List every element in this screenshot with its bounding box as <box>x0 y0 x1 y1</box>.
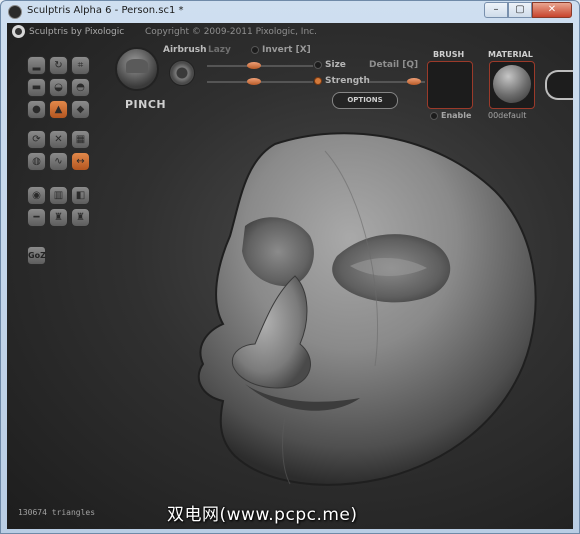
watermark-text: 双电网(www.pcpc.me) <box>167 505 358 525</box>
material-panel-header: MATERIAL <box>488 50 533 59</box>
figure-icon[interactable]: ♜ <box>49 208 68 227</box>
close-button[interactable]: ✕ <box>532 2 572 18</box>
size-label: Size <box>314 60 346 70</box>
strength-slider-handle[interactable] <box>247 78 261 85</box>
paint-icon[interactable]: ▥ <box>49 186 68 205</box>
invert-label: Invert [X] <box>262 45 311 55</box>
app-window: Sculptris Alpha 6 - Person.sc1 * – ▢ ✕ S… <box>0 0 580 534</box>
refresh-icon[interactable]: ⟳ <box>27 130 46 149</box>
copyright-text: Copyright © 2009-2011 Pixologic, Inc. <box>145 27 317 37</box>
strength-indicator-icon <box>314 76 322 85</box>
grab-icon[interactable]: ◆ <box>71 100 90 119</box>
lazy-toggle[interactable]: Lazy <box>208 45 231 55</box>
flatten-icon[interactable]: ▬ <box>27 78 46 97</box>
brush-texture-slot[interactable] <box>427 61 473 109</box>
material-slot[interactable] <box>489 61 535 109</box>
detail-slider[interactable] <box>369 78 425 85</box>
3d-viewport[interactable] <box>105 116 545 488</box>
detail-label: Detail [Q] <box>369 60 419 70</box>
strength-label-text: Strength <box>325 76 370 86</box>
invert-toggle[interactable]: Invert [X] <box>251 45 311 55</box>
app-icon <box>8 5 22 19</box>
sculpted-head-model <box>197 132 537 486</box>
size-label-text: Size <box>325 60 346 70</box>
minus-icon[interactable]: ━ <box>27 208 46 227</box>
grid-icon[interactable]: ▦ <box>71 130 90 149</box>
size-slider-handle[interactable] <box>247 62 261 69</box>
pinch-icon[interactable]: ▲ <box>49 100 68 119</box>
invert-indicator-icon <box>251 45 259 54</box>
bucket-icon[interactable]: ◧ <box>71 186 90 205</box>
title-bar[interactable]: Sculptris Alpha 6 - Person.sc1 * – ▢ ✕ <box>1 1 579 23</box>
strength-slider[interactable] <box>207 78 313 85</box>
sculptris-logo-icon <box>12 25 25 38</box>
size-indicator-icon <box>314 60 322 69</box>
maximize-button[interactable]: ▢ <box>508 2 532 18</box>
wave-icon[interactable]: ∿ <box>49 152 68 171</box>
draw-icon[interactable]: ▂ <box>27 56 46 75</box>
detail-slider-handle[interactable] <box>407 78 421 85</box>
paint-mode-button[interactable] <box>545 70 573 100</box>
options-button[interactable]: OPTIONS <box>332 92 398 109</box>
brush-panel-header: BRUSH <box>433 50 465 59</box>
sphere-icon[interactable]: ◉ <box>27 186 46 205</box>
pinch-brush-icon[interactable] <box>115 47 159 91</box>
brush-name: PINCH <box>125 98 167 111</box>
rotate-icon[interactable]: ↻ <box>49 56 68 75</box>
strength-label: Strength <box>314 76 370 86</box>
app-canvas[interactable]: Sculptris by Pixologic Copyright © 2009-… <box>7 23 573 529</box>
goz-button[interactable]: GoZ <box>27 246 46 265</box>
inflate-icon[interactable]: ◒ <box>49 78 68 97</box>
person-icon[interactable]: ● <box>27 100 46 119</box>
symmetry-icon[interactable]: ↔ <box>71 152 90 171</box>
minimize-button[interactable]: – <box>484 2 508 18</box>
triangle-count: 130674 triangles <box>18 508 96 517</box>
crop-icon[interactable]: ⌗ <box>71 56 90 75</box>
material-sphere-icon <box>493 65 531 103</box>
window-title: Sculptris Alpha 6 - Person.sc1 * <box>27 5 184 16</box>
smooth-icon[interactable]: ◓ <box>71 78 90 97</box>
size-slider[interactable] <box>207 62 313 69</box>
cross-icon[interactable]: ✕ <box>49 130 68 149</box>
tool-palette: ▂ ↻ ⌗ ▬ ◒ ◓ ● ▲ ◆ ⟳ ✕ ▦ ◍ ∿ ↔ ◉ ▥ ◧ ━ ♜ … <box>27 56 97 266</box>
figure2-icon[interactable]: ♜ <box>71 208 90 227</box>
airbrush-toggle[interactable]: Airbrush <box>163 45 207 55</box>
brush-falloff-icon[interactable] <box>169 60 195 86</box>
mask-icon[interactable]: ◍ <box>27 152 46 171</box>
app-name: Sculptris by Pixologic <box>29 27 125 37</box>
